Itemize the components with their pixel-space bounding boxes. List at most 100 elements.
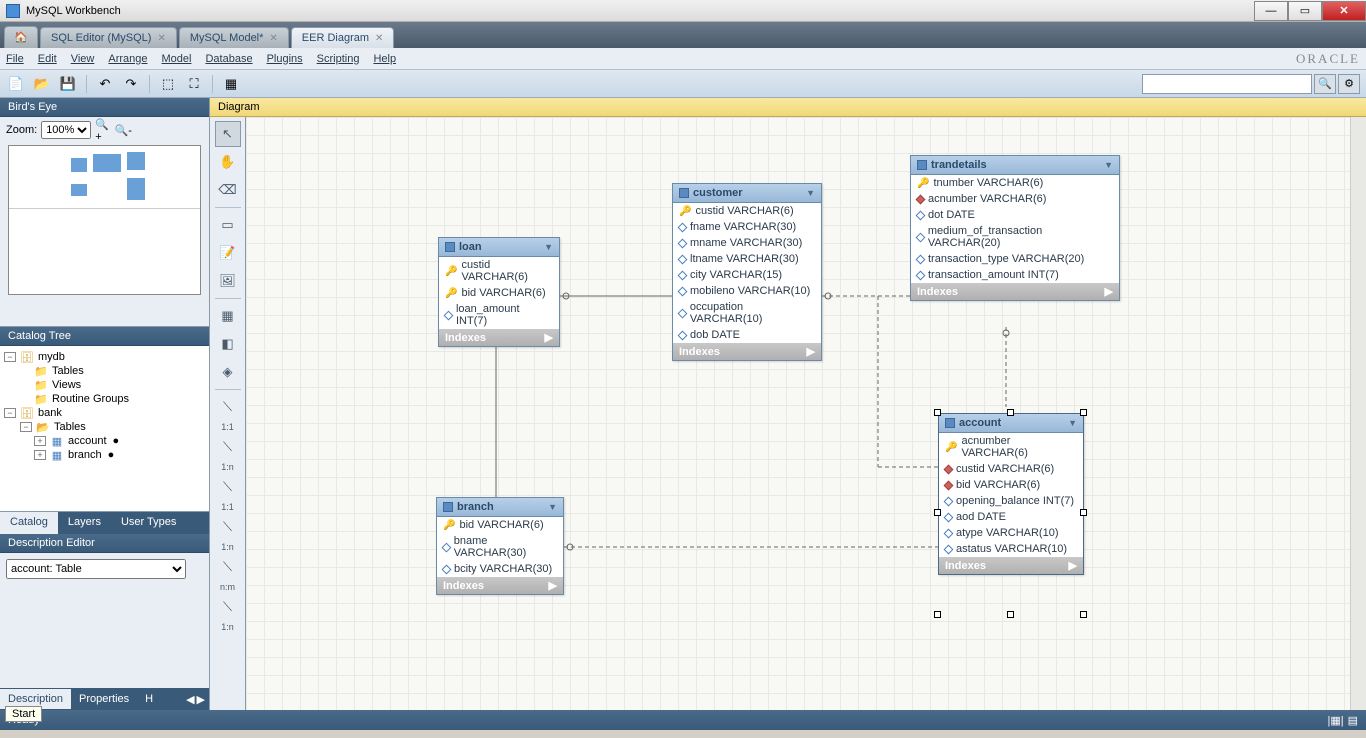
expand-icon[interactable]: ▶	[549, 579, 557, 592]
menu-scripting[interactable]: Scripting	[317, 53, 360, 65]
table-customer[interactable]: customer▼ 🔑custid VARCHAR(6) fname VARCH…	[672, 183, 822, 361]
expand-icon[interactable]: ▶	[1069, 559, 1077, 572]
diagram-header: Diagram	[210, 98, 1366, 117]
menu-model[interactable]: Model	[162, 53, 192, 65]
collapse-icon[interactable]: ▼	[544, 242, 553, 252]
tab-layers[interactable]: Layers	[58, 512, 111, 534]
eraser-tool-icon[interactable]: ⌫	[215, 177, 241, 203]
pointer-tool-icon[interactable]: ↖	[215, 121, 241, 147]
expand-icon[interactable]: ▶	[545, 331, 553, 344]
tree-bank[interactable]: −🗄bank	[4, 406, 205, 420]
fit-icon[interactable]: ⛶	[184, 74, 204, 94]
open-file-icon[interactable]: 📂	[32, 74, 52, 94]
diagram-canvas[interactable]: loan▼ 🔑custid VARCHAR(6) 🔑bid VARCHAR(6)…	[246, 117, 1366, 710]
table-branch[interactable]: branch▼ 🔑bid VARCHAR(6) bname VARCHAR(30…	[436, 497, 564, 595]
tab-user-types[interactable]: User Types	[111, 512, 186, 534]
tab-mysql-model[interactable]: MySQL Model*✕	[179, 27, 289, 48]
collapse-icon[interactable]: ▼	[806, 188, 815, 198]
menu-arrange[interactable]: Arrange	[108, 53, 147, 65]
selection-handle[interactable]	[1080, 509, 1087, 516]
note-tool-icon[interactable]: 📝	[215, 240, 241, 266]
menu-file[interactable]: File	[6, 53, 24, 65]
status-icon[interactable]: |▦|	[1327, 714, 1343, 727]
tab-eer-diagram[interactable]: EER Diagram✕	[291, 27, 395, 48]
rel-nm-icon[interactable]: ⟍	[215, 554, 241, 580]
close-button[interactable]: ✕	[1322, 1, 1366, 21]
app-title: MySQL Workbench	[26, 5, 121, 17]
column-icon	[678, 254, 688, 264]
column-icon	[678, 330, 688, 340]
tree-mydb-routine[interactable]: 📁Routine Groups	[4, 392, 205, 406]
collapse-icon[interactable]: ▼	[1104, 160, 1113, 170]
catalog-tree[interactable]: −🗄mydb 📁Tables 📁Views 📁Routine Groups −🗄…	[0, 346, 209, 512]
view-tool-icon[interactable]: ◧	[215, 331, 241, 357]
image-tool-icon[interactable]: 🖼	[215, 268, 241, 294]
redo-icon[interactable]: ↷	[121, 74, 141, 94]
zoom-in-icon[interactable]: 🔍+	[95, 122, 111, 138]
align-icon[interactable]: ▦	[221, 74, 241, 94]
undo-icon[interactable]: ↶	[95, 74, 115, 94]
tab-properties[interactable]: Properties	[71, 689, 137, 709]
tab-sql-editor[interactable]: SQL Editor (MySQL)✕	[40, 27, 177, 48]
column-icon	[678, 238, 688, 248]
menu-plugins[interactable]: Plugins	[267, 53, 303, 65]
selection-handle[interactable]	[1007, 611, 1014, 618]
zoom-select[interactable]: 100%	[41, 121, 91, 139]
table-tool-icon[interactable]: ▦	[215, 303, 241, 329]
rel-1n-existing-icon[interactable]: ⟍	[215, 594, 241, 620]
selection-handle[interactable]	[934, 611, 941, 618]
tree-mydb[interactable]: −🗄mydb	[4, 350, 205, 364]
tab-scroll[interactable]: ◀▶	[182, 693, 209, 706]
search-icon[interactable]: 🔍	[1314, 74, 1336, 94]
status-icon[interactable]: ▤	[1348, 714, 1358, 727]
menu-edit[interactable]: Edit	[38, 53, 57, 65]
layer-tool-icon[interactable]: ▭	[215, 212, 241, 238]
expand-icon[interactable]: ▶	[807, 345, 815, 358]
table-loan[interactable]: loan▼ 🔑custid VARCHAR(6) 🔑bid VARCHAR(6)…	[438, 237, 560, 347]
selection-handle[interactable]	[1007, 409, 1014, 416]
home-icon: 🏠	[14, 31, 28, 44]
minimize-button[interactable]: —	[1254, 1, 1288, 21]
tab-home[interactable]: 🏠	[4, 26, 38, 48]
description-select[interactable]: account: Table	[6, 559, 186, 579]
zoom-label: Zoom:	[6, 124, 37, 136]
menu-help[interactable]: Help	[373, 53, 396, 65]
rel-1n-ident-icon[interactable]: ⟍	[215, 514, 241, 540]
tree-mydb-tables[interactable]: 📁Tables	[4, 364, 205, 378]
rel-11-nonident-icon[interactable]: ⟍	[215, 394, 241, 420]
canvas-scrollbar[interactable]	[1350, 117, 1366, 710]
close-icon[interactable]: ✕	[157, 33, 165, 44]
hand-tool-icon[interactable]: ✋	[215, 149, 241, 175]
selection-handle[interactable]	[1080, 409, 1087, 416]
search-options-icon[interactable]: ⚙	[1338, 74, 1360, 94]
collapse-icon[interactable]: ▼	[1068, 418, 1077, 428]
routine-tool-icon[interactable]: ◈	[215, 359, 241, 385]
rel-11-ident-icon[interactable]: ⟍	[215, 474, 241, 500]
maximize-button[interactable]: ▭	[1288, 1, 1322, 21]
zoom-out-icon[interactable]: 🔍-	[115, 122, 131, 138]
menu-view[interactable]: View	[71, 53, 95, 65]
selection-handle[interactable]	[1080, 611, 1087, 618]
tree-bank-tables[interactable]: −📂Tables	[4, 420, 205, 434]
tab-catalog[interactable]: Catalog	[0, 512, 58, 534]
grid-icon[interactable]: ⬚	[158, 74, 178, 94]
collapse-icon[interactable]: ▼	[548, 502, 557, 512]
column-icon	[916, 210, 926, 220]
tree-mydb-views[interactable]: 📁Views	[4, 378, 205, 392]
tree-branch[interactable]: +▦branch●	[4, 448, 205, 462]
selection-handle[interactable]	[934, 409, 941, 416]
expand-icon[interactable]: ▶	[1105, 285, 1113, 298]
table-trandetails[interactable]: trandetails▼ 🔑tnumber VARCHAR(6) acnumbe…	[910, 155, 1120, 301]
new-file-icon[interactable]: 📄	[6, 74, 26, 94]
selection-handle[interactable]	[934, 509, 941, 516]
tab-history[interactable]: H	[137, 689, 161, 709]
save-icon[interactable]: 💾	[58, 74, 78, 94]
menu-database[interactable]: Database	[205, 53, 252, 65]
tree-account[interactable]: +▦account●	[4, 434, 205, 448]
search-input[interactable]	[1142, 74, 1312, 94]
table-account[interactable]: account▼ 🔑acnumber VARCHAR(6) custid VAR…	[938, 413, 1084, 575]
rel-1n-nonident-icon[interactable]: ⟍	[215, 434, 241, 460]
minimap[interactable]	[8, 145, 201, 295]
close-icon[interactable]: ✕	[269, 33, 277, 44]
close-icon[interactable]: ✕	[375, 33, 383, 44]
